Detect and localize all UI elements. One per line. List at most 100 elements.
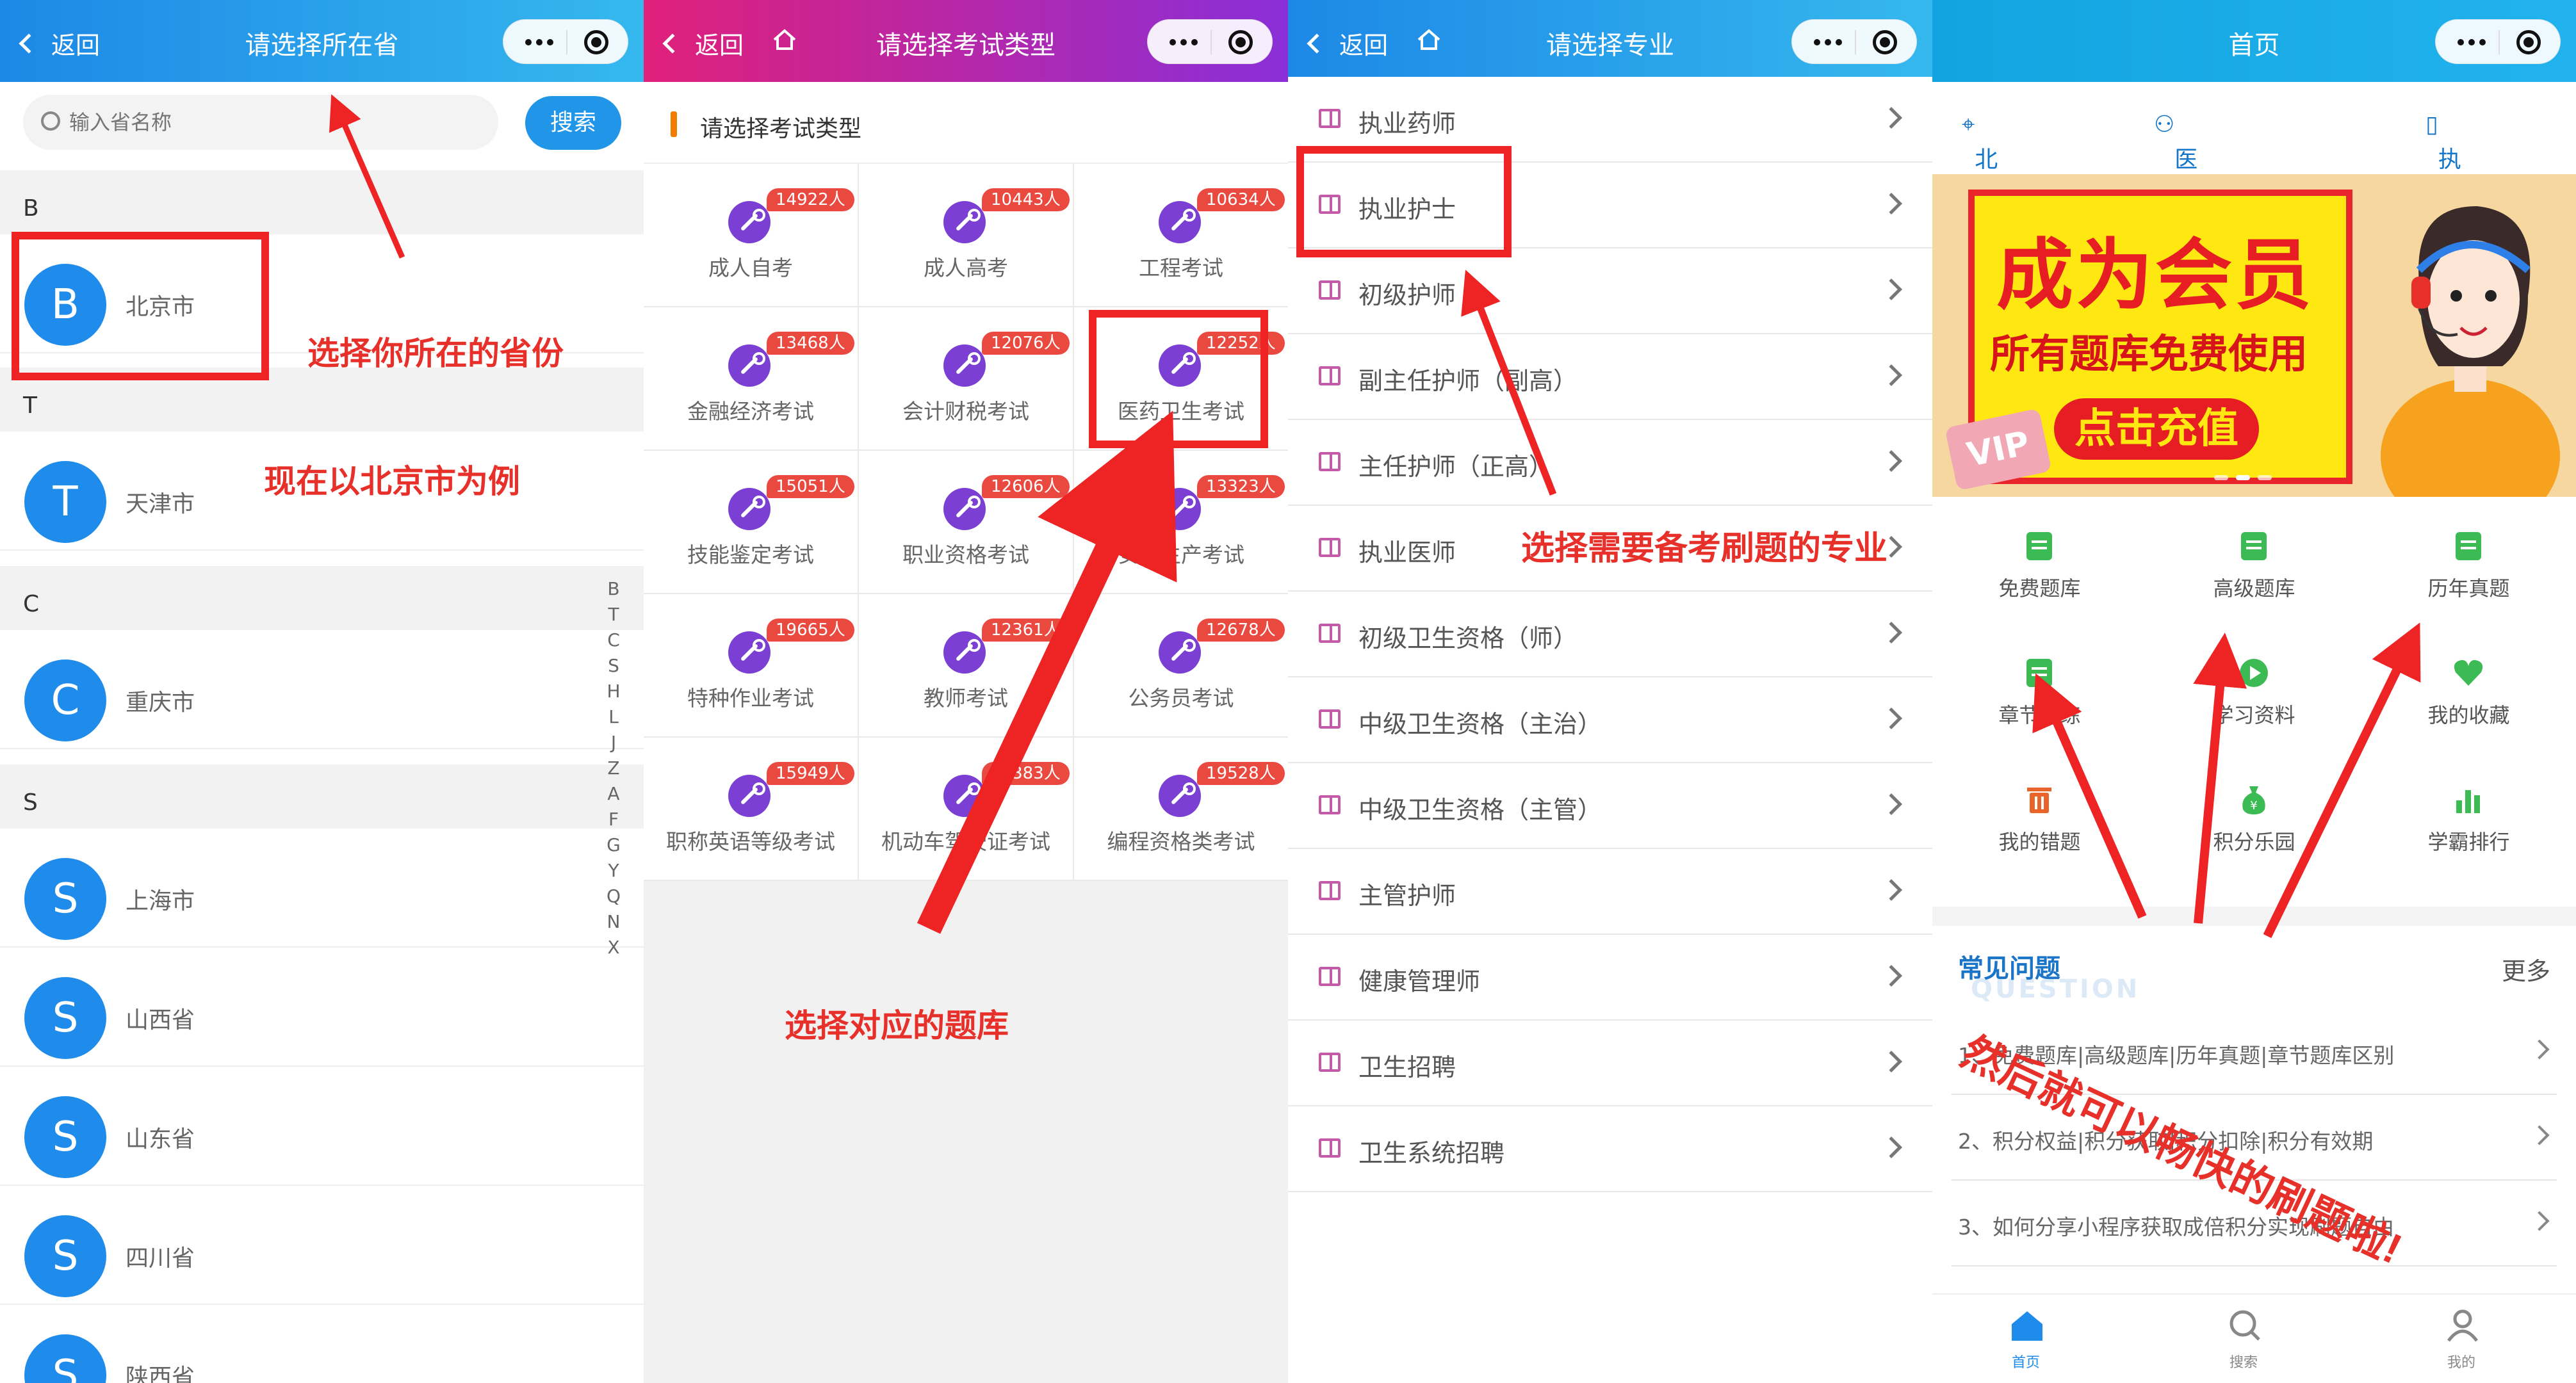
tab-home[interactable]: 首页 <box>1975 1307 2077 1378</box>
index-letter[interactable]: Y <box>608 858 619 884</box>
close-miniprogram-icon[interactable] <box>1873 30 1897 54</box>
count-badge: 12076人 <box>982 332 1070 355</box>
mini-program-capsule <box>503 19 628 64</box>
more-link[interactable]: 更多 <box>2502 951 2550 987</box>
exam-name: 特种作业考试 <box>687 686 814 711</box>
alphabet-index[interactable]: BTCSHLJZAFGYQNX <box>598 576 629 960</box>
tab-user[interactable]: 我的 <box>2410 1307 2513 1378</box>
exam-card[interactable]: 15949人 职称英语等级考试 <box>644 738 858 880</box>
header-bar: 返回 请选择所在省 <box>0 0 644 82</box>
list-item[interactable]: 中级卫生资格（主治） <box>1288 677 1932 763</box>
list-item[interactable]: C 重庆市 <box>0 630 644 749</box>
list-item[interactable]: 卫生招聘 <box>1288 1021 1932 1106</box>
chevron-right-icon <box>1880 965 1902 987</box>
feature-item[interactable]: 高级题库 <box>2147 497 2361 625</box>
index-letter[interactable]: C <box>607 627 620 653</box>
index-letter[interactable]: J <box>611 730 616 756</box>
feature-item[interactable]: ¥ 积分乐园 <box>2147 750 2361 878</box>
search-input[interactable] <box>69 105 479 140</box>
tab-search[interactable]: 搜索 <box>2192 1307 2295 1378</box>
more-icon[interactable] <box>1814 39 1842 45</box>
list-item[interactable]: 主管护师 <box>1288 849 1932 935</box>
close-miniprogram-icon[interactable] <box>2516 30 2541 54</box>
exam-card[interactable]: 13383人 机动车驾驶证考试 <box>859 738 1073 880</box>
city-selector[interactable]: ⌖ 北京市 <box>1962 111 1998 239</box>
more-icon[interactable] <box>1170 39 1198 45</box>
category-selector[interactable]: ⚇ 医药卫生考试 <box>2154 111 2197 339</box>
chevron-right-icon <box>1880 450 1902 472</box>
count-badge: 15051人 <box>767 475 854 498</box>
feature-item[interactable]: 免费题库 <box>1932 497 2147 625</box>
search-icon <box>2230 1310 2260 1341</box>
close-miniprogram-icon[interactable] <box>584 30 608 54</box>
count-badge: 13323人 <box>1197 475 1285 498</box>
chevron-right-icon <box>1880 622 1902 643</box>
feature-item[interactable]: 历年真题 <box>2361 497 2576 625</box>
exam-card[interactable]: 10443人 成人高考 <box>859 164 1073 306</box>
exam-grid: 14922人 成人自考 10443人 成人高考 10634人 工程考试 13468人 金融经济… <box>644 164 1288 881</box>
index-letter[interactable]: A <box>607 781 619 807</box>
list-item[interactable]: S 山西省 <box>0 948 644 1067</box>
list-item[interactable]: 初级护师 <box>1288 248 1932 334</box>
carousel-dots[interactable] <box>2214 475 2272 480</box>
list-item[interactable]: S 四川省 <box>0 1186 644 1305</box>
index-letter[interactable]: N <box>607 909 621 935</box>
exam-card[interactable]: 14922人 成人自考 <box>644 164 858 306</box>
member-banner[interactable]: 成为会员 所有题库免费使用 点击充值 VIP <box>1932 174 2576 497</box>
list-item[interactable]: S 陕西省 <box>0 1305 644 1383</box>
feature-item[interactable]: 学霸排行 <box>2361 750 2576 878</box>
list-item[interactable]: 卫生系统招聘 <box>1288 1106 1932 1192</box>
list-item[interactable]: 主任护师（正高） <box>1288 420 1932 506</box>
index-letter[interactable]: X <box>607 935 619 960</box>
more-icon[interactable] <box>525 39 553 45</box>
exam-card[interactable]: 12678人 公务员考试 <box>1074 594 1288 736</box>
feature-label: 免费题库 <box>1998 576 2081 601</box>
annotation-choose-province: 选择你所在的省份 <box>307 336 564 371</box>
feature-item[interactable]: 我的错题 <box>1932 750 2147 878</box>
close-miniprogram-icon[interactable] <box>1228 30 1253 54</box>
exam-card[interactable]: 12361人 教师考试 <box>859 594 1073 736</box>
list-item[interactable]: 中级卫生资格（主管） <box>1288 763 1932 849</box>
exam-card[interactable]: 12606人 职业资格考试 <box>859 451 1073 593</box>
index-letter[interactable]: Z <box>607 756 619 781</box>
index-letter[interactable]: Q <box>607 884 621 909</box>
list-item[interactable]: S 山东省 <box>0 1067 644 1186</box>
index-letter[interactable]: F <box>608 807 619 832</box>
exam-name: 成人高考 <box>924 255 1008 280</box>
index-letter[interactable]: S <box>608 653 619 679</box>
exam-card[interactable]: 19528人 编程资格类考试 <box>1074 738 1288 880</box>
book-icon <box>1319 452 1341 471</box>
feature-label: 我的错题 <box>1998 830 2081 854</box>
list-item[interactable]: 副主任护师（副高） <box>1288 334 1932 420</box>
index-letter[interactable]: B <box>607 576 619 602</box>
list-item[interactable]: 初级卫生资格（师） <box>1288 592 1932 677</box>
exam-card[interactable]: 15051人 技能鉴定考试 <box>644 451 858 593</box>
search-button[interactable]: 搜索 <box>525 96 621 150</box>
index-letter[interactable]: L <box>608 704 619 730</box>
feature-item[interactable]: 学习资料 <box>2147 624 2361 752</box>
recharge-button[interactable]: 点击充值 <box>2054 398 2259 460</box>
exam-card[interactable]: 19665人 特种作业考试 <box>644 594 858 736</box>
list-item[interactable]: 健康管理师 <box>1288 935 1932 1021</box>
index-letter[interactable]: T <box>608 602 619 627</box>
feature-item[interactable]: 我的收藏 <box>2361 624 2576 752</box>
chevron-right-icon <box>1880 364 1902 386</box>
exam-card[interactable]: 13323人 安全生产考试 <box>1074 451 1288 593</box>
book-icon <box>1319 538 1341 557</box>
book-icon <box>1319 280 1341 300</box>
feature-item[interactable]: 章节训练 <box>1932 624 2147 752</box>
list-item[interactable]: S 上海市 <box>0 829 644 948</box>
exam-card[interactable]: 12076人 会计财税考试 <box>859 307 1073 449</box>
banner-subtitle: 所有题库免费使用 <box>1990 330 2308 377</box>
index-letter[interactable]: G <box>607 832 621 858</box>
book-icon <box>1319 1053 1341 1072</box>
province-name: 山西省 <box>126 1007 195 1033</box>
more-icon[interactable] <box>2458 39 2486 45</box>
search-box <box>23 95 498 150</box>
province-name: 重庆市 <box>126 690 195 716</box>
major-selector[interactable]: ▯ 执业护士 <box>2425 111 2461 273</box>
index-letter[interactable]: H <box>607 679 620 704</box>
exam-card[interactable]: 10634人 工程考试 <box>1074 164 1288 306</box>
exam-card[interactable]: 13468人 金融经济考试 <box>644 307 858 449</box>
doc-icon <box>2026 659 2052 687</box>
